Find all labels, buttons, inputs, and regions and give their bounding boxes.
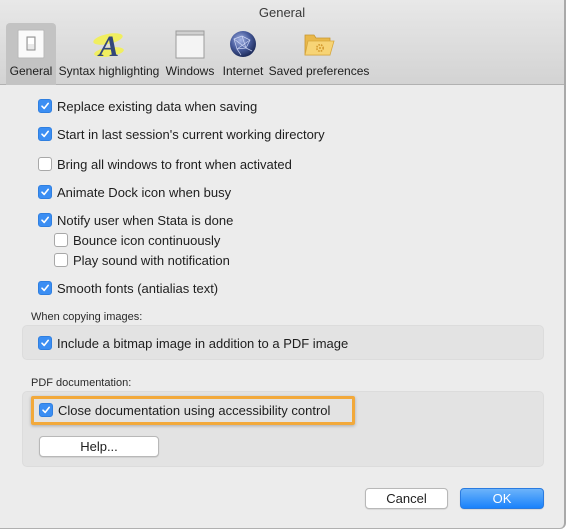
option-label: Animate Dock icon when busy	[57, 184, 232, 200]
help-button[interactable]: Help...	[39, 436, 159, 457]
checkmark-icon	[41, 284, 49, 292]
option-label: Smooth fonts (antialias text)	[57, 280, 219, 296]
cancel-button[interactable]: Cancel	[365, 488, 448, 509]
globe-icon	[223, 26, 263, 62]
checkbox-unchecked[interactable]	[38, 157, 52, 171]
option-include-bitmap[interactable]: Include a bitmap image in addition to a …	[38, 334, 348, 352]
checkmark-icon	[41, 188, 49, 196]
checkmark-icon	[42, 406, 50, 414]
tab-windows[interactable]: Windows	[162, 23, 218, 85]
option-smooth-fonts[interactable]: Smooth fonts (antialias text)	[38, 279, 218, 297]
option-label: Notify user when Stata is done	[57, 212, 234, 228]
option-label: Start in last session's current working …	[57, 126, 325, 142]
checkbox-checked[interactable]	[39, 403, 53, 417]
svg-text:A: A	[97, 30, 119, 61]
checkbox-checked[interactable]	[38, 127, 52, 141]
tab-internet[interactable]: Internet	[218, 23, 268, 85]
checkbox-checked[interactable]	[38, 185, 52, 199]
option-label: Close documentation using accessibility …	[58, 402, 331, 418]
checkbox-checked[interactable]	[38, 281, 52, 295]
ok-button[interactable]: OK	[460, 488, 544, 509]
option-bounce-icon[interactable]: Bounce icon continuously	[54, 231, 220, 249]
syntax-highlight-icon: A	[89, 26, 129, 62]
option-label: Play sound with notification	[73, 252, 230, 268]
folder-gear-icon	[299, 26, 339, 62]
checkbox-checked[interactable]	[38, 99, 52, 113]
option-start-last-session-dir[interactable]: Start in last session's current working …	[38, 125, 325, 143]
option-play-sound[interactable]: Play sound with notification	[54, 251, 230, 269]
checkbox-unchecked[interactable]	[54, 233, 68, 247]
preferences-window: General General A Syntax highlighting Wi…	[0, 0, 566, 529]
window-icon	[170, 26, 210, 62]
option-label: Replace existing data when saving	[57, 98, 258, 114]
option-label: Include a bitmap image in addition to a …	[57, 335, 349, 351]
option-animate-dock-icon[interactable]: Animate Dock icon when busy	[38, 183, 231, 201]
checkbox-checked[interactable]	[38, 336, 52, 350]
general-switch-icon	[11, 26, 51, 62]
checkmark-icon	[41, 339, 49, 347]
window-title: General	[258, 5, 306, 20]
option-label: Bounce icon continuously	[73, 232, 221, 248]
checkmark-icon	[41, 130, 49, 138]
option-close-documentation[interactable]: Close documentation using accessibility …	[39, 401, 330, 419]
checkbox-checked[interactable]	[38, 213, 52, 227]
checkbox-unchecked[interactable]	[54, 253, 68, 267]
copying-images-label: When copying images:	[31, 311, 143, 323]
tab-general[interactable]: General	[6, 23, 56, 85]
option-bring-windows-front[interactable]: Bring all windows to front when activate…	[38, 155, 292, 173]
titlebar: General General A Syntax highlighting Wi…	[0, 0, 564, 85]
pdf-documentation-label: PDF documentation:	[31, 377, 132, 389]
checkmark-icon	[41, 216, 49, 224]
option-label: Bring all windows to front when activate…	[57, 156, 292, 172]
tab-syntax-highlighting[interactable]: A Syntax highlighting	[56, 23, 162, 85]
checkmark-icon	[41, 102, 49, 110]
option-replace-existing-data[interactable]: Replace existing data when saving	[38, 97, 257, 115]
preferences-toolbar: General A Syntax highlighting Windows In…	[6, 23, 370, 85]
option-notify-user[interactable]: Notify user when Stata is done	[38, 211, 233, 229]
tab-saved-preferences[interactable]: Saved preferences	[268, 23, 370, 85]
general-pane: Replace existing data when saving Start …	[0, 86, 564, 528]
